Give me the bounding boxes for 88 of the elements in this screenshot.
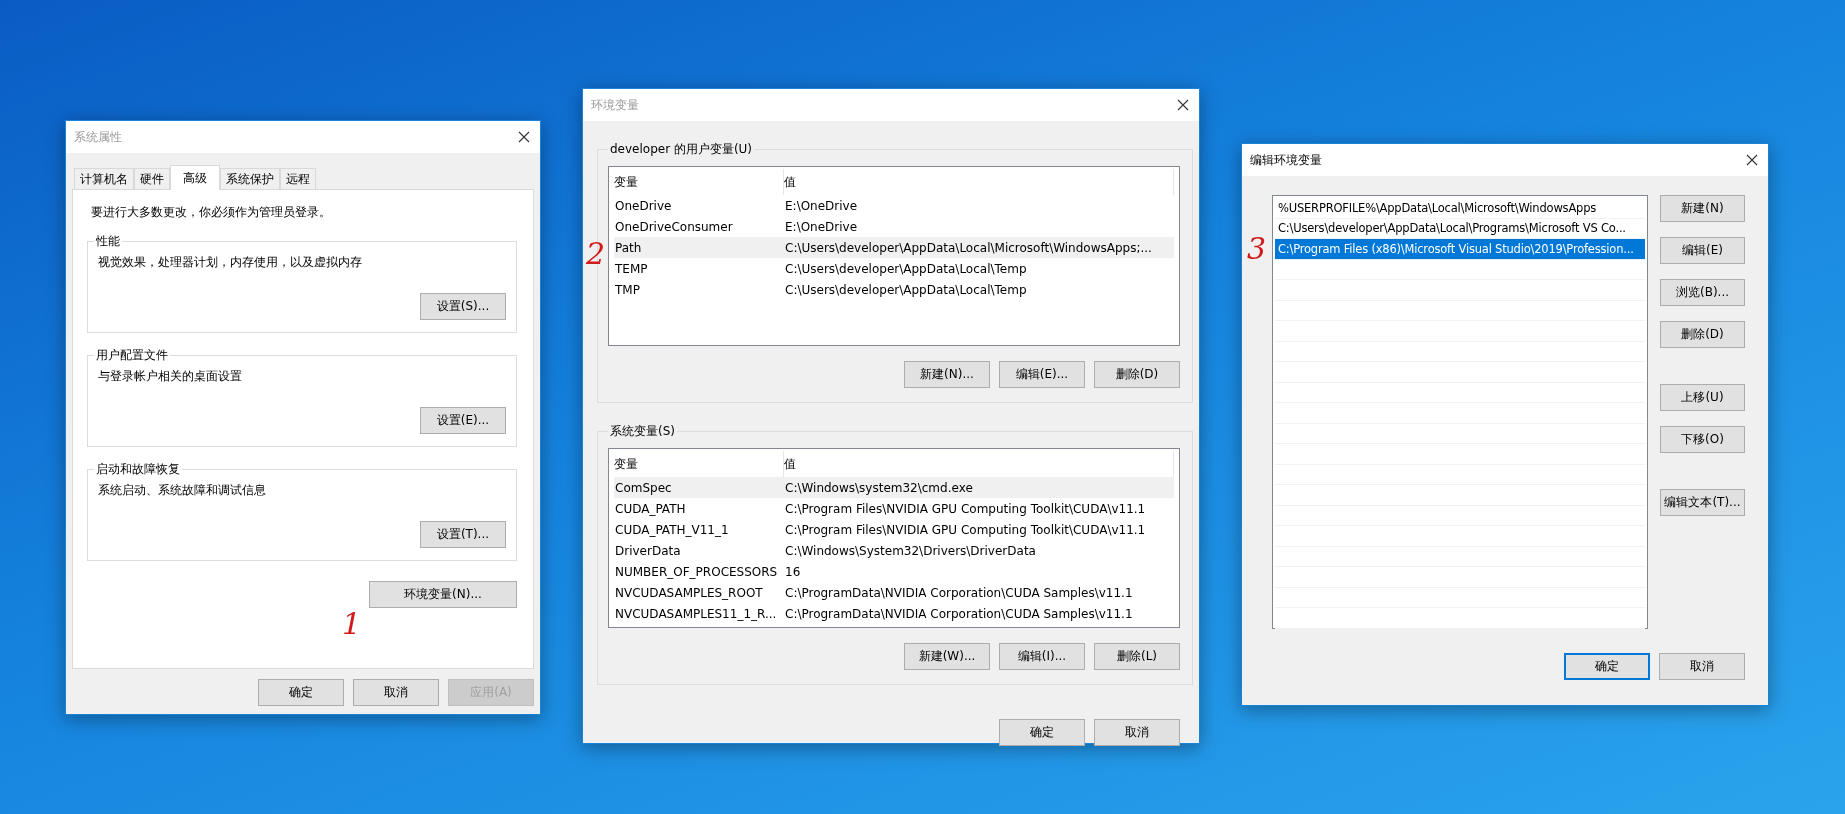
table-cell-text: C:\Program Files\NVIDIA GPU Computing Toolkit\CUDA\v11.1 <box>784 522 1147 537</box>
table-row[interactable]: NVCUDASAMPLES11_1_R... C:\ProgramData\NVIDIA Corporation\CUDA Samples\v11.1 <box>614 603 1174 624</box>
tab[interactable]: 硬件 <box>134 168 170 189</box>
table-cell-text: 16 <box>784 564 802 579</box>
table-cell-text: C:\ProgramData\NVIDIA Corporation\CUDA Samples\v11.1 <box>784 606 1134 621</box>
dialog-button[interactable]: 取消 <box>1659 653 1745 680</box>
tab[interactable]: 计算机名 <box>74 168 134 189</box>
group-description: 与登录帐户相关的桌面设置 <box>98 368 243 385</box>
table-cell-text: CUDA_PATH_V11_1 <box>614 522 730 537</box>
dialog-button[interactable]: 编辑(E) <box>1660 237 1745 264</box>
table-row[interactable]: OneDrive E:\OneDrive <box>614 195 1174 216</box>
table-row[interactable]: CUDA_PATH_V11_1 C:\Program Files\NVIDIA GPU Computing Toolkit\CUDA\v11.1 <box>614 519 1174 540</box>
close-icon[interactable] <box>518 131 530 143</box>
table-row[interactable]: ComSpec C:\Windows\system32\cmd.exe <box>614 477 1174 498</box>
group-title: 性能 <box>95 233 121 250</box>
dialog-button[interactable]: 取消 <box>1094 719 1180 746</box>
table-cell-text: OneDriveConsumer <box>614 219 734 234</box>
group-title: developer 的用户变量(U) <box>609 141 754 158</box>
close-icon[interactable] <box>1746 154 1758 166</box>
group-description: 视觉效果，处理器计划，内存使用，以及虚拟内存 <box>98 254 363 271</box>
table-cell-text: C:\ProgramData\NVIDIA Corporation\CUDA Samples\v11.1 <box>784 585 1134 600</box>
settings-button[interactable]: 设置(S)... <box>420 293 506 320</box>
settings-button[interactable]: 设置(E)... <box>420 407 506 434</box>
table-cell-text: Path <box>614 240 643 255</box>
dialog-button[interactable]: 删除(D) <box>1660 321 1745 348</box>
notice-text: 要进行大多数更改，你必须作为管理员登录。 <box>91 204 332 221</box>
dialog-button[interactable]: 编辑(E)... <box>999 361 1085 388</box>
table-row[interactable]: Path C:\Users\developer\AppData\Local\Microsoft\WindowsApps;... <box>614 237 1174 258</box>
window-title: 编辑环境变量 <box>1250 151 1322 169</box>
path-entry[interactable]: C:\Program Files (x86)\Microsoft Visual Studio\2019\Profession... <box>1275 239 1645 260</box>
tab[interactable]: 远程 <box>280 168 316 189</box>
table-cell-text: C:\Users\developer\AppData\Local\Temp <box>784 282 1028 297</box>
dialog-button[interactable]: 确定 <box>1564 653 1650 680</box>
table-row[interactable]: CUDA_PATH C:\Program Files\NVIDIA GPU Computing Toolkit\CUDA\v11.1 <box>614 498 1174 519</box>
table-cell-text: NVCUDASAMPLES11_1_R... <box>614 606 778 621</box>
group-description: 系统启动、系统故障和调试信息 <box>98 482 267 499</box>
dialog-button[interactable]: 浏览(B)... <box>1660 279 1745 306</box>
table-cell-text: OneDrive <box>614 198 673 213</box>
table-row[interactable]: TEMP C:\Users\developer\AppData\Local\Temp <box>614 258 1174 279</box>
settings-button[interactable]: 设置(T)... <box>420 521 506 548</box>
path-entry[interactable]: %USERPROFILE%\AppData\Local\Microsoft\WindowsApps <box>1275 198 1645 219</box>
dialog-button[interactable]: 编辑文本(T)... <box>1660 489 1745 516</box>
table-cell-text: TMP <box>614 282 641 297</box>
table-cell-text: ComSpec <box>614 480 673 495</box>
table-row[interactable]: NUMBER_OF_PROCESSORS 16 <box>614 561 1174 582</box>
table-row[interactable]: TMP C:\Users\developer\AppData\Local\Temp <box>614 279 1174 300</box>
group-title: 系统变量(S) <box>609 423 676 440</box>
group-title: 启动和故障恢复 <box>95 461 181 478</box>
table-cell-text: DriverData <box>614 543 682 558</box>
group-title: 用户配置文件 <box>95 347 169 364</box>
dialog-button[interactable]: 确定 <box>999 719 1085 746</box>
table-cell-text: E:\OneDrive <box>784 198 859 213</box>
dialog-button[interactable]: 取消 <box>353 679 439 706</box>
dialog-button[interactable]: 编辑(I)... <box>999 643 1085 670</box>
table-row[interactable]: DriverData C:\Windows\System32\Drivers\DriverData <box>614 540 1174 561</box>
table-cell-text: C:\Windows\system32\cmd.exe <box>784 480 974 495</box>
dialog-button[interactable]: 新建(N)... <box>904 361 990 388</box>
dialog-button[interactable]: 新建(W)... <box>904 643 990 670</box>
column-header[interactable]: 变量 <box>614 173 638 191</box>
table-cell-text: TEMP <box>614 261 649 276</box>
dialog-button[interactable]: 确定 <box>258 679 344 706</box>
table-row[interactable]: NVCUDASAMPLES_ROOT C:\ProgramData\NVIDIA Corporation\CUDA Samples\v11.1 <box>614 582 1174 603</box>
column-header[interactable]: 值 <box>784 455 796 473</box>
column-header[interactable]: 值 <box>784 173 796 191</box>
table-cell-text: E:\OneDrive <box>784 219 859 234</box>
table-cell-text: C:\Program Files\NVIDIA GPU Computing Toolkit\CUDA\v11.1 <box>784 501 1147 516</box>
handwritten-number: 1 <box>342 609 362 639</box>
environment-variables-button[interactable]: 环境变量(N)... <box>369 581 517 608</box>
table-cell-text: NVCUDASAMPLES_ROOT <box>614 585 764 600</box>
dialog-button[interactable]: 新建(N) <box>1660 195 1745 222</box>
table-row[interactable]: OneDriveConsumer E:\OneDrive <box>614 216 1174 237</box>
tab[interactable]: 系统保护 <box>220 168 280 189</box>
dialog-button[interactable]: 上移(U) <box>1660 384 1745 411</box>
dialog-button[interactable]: 删除(L) <box>1094 643 1180 670</box>
handwritten-number: 2 <box>586 239 606 269</box>
window-title: 环境变量 <box>591 96 639 114</box>
table-cell-text: C:\Windows\System32\Drivers\DriverData <box>784 543 1037 558</box>
table-cell-text: C:\Users\developer\AppData\Local\Microsoft\WindowsApps;... <box>784 240 1153 255</box>
close-icon[interactable] <box>1177 99 1189 111</box>
column-header[interactable]: 变量 <box>614 455 638 473</box>
table-cell-text: C:\Users\developer\AppData\Local\Temp <box>784 261 1028 276</box>
table-cell-text: NUMBER_OF_PROCESSORS <box>614 564 779 579</box>
dialog-button[interactable]: 下移(O) <box>1660 426 1745 453</box>
handwritten-number: 3 <box>1247 234 1267 264</box>
window-title: 系统属性 <box>74 128 122 146</box>
table-cell-text: CUDA_PATH <box>614 501 687 516</box>
tab[interactable]: 高级 <box>170 165 220 190</box>
dialog-button[interactable]: 删除(D) <box>1094 361 1180 388</box>
